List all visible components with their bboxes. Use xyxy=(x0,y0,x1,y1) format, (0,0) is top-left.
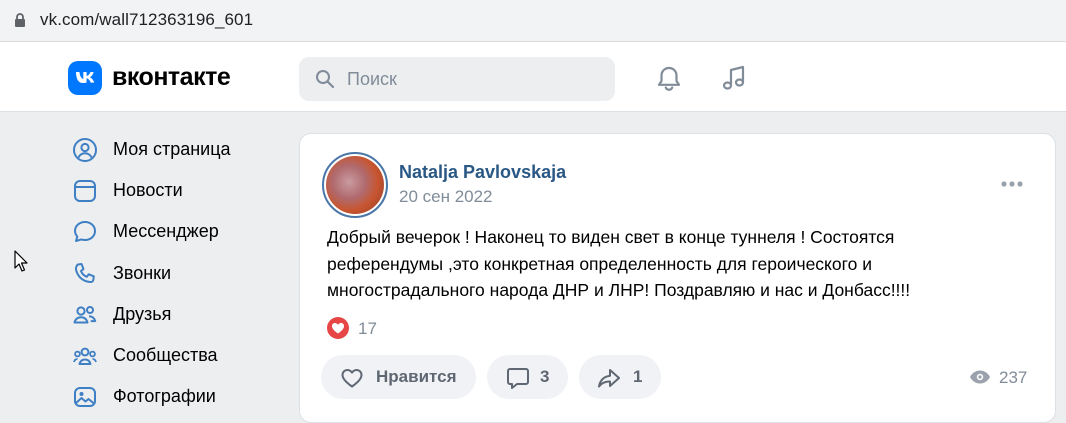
browser-address-bar: vk.com/wall712363196_601 xyxy=(0,0,1066,42)
mouse-cursor-icon xyxy=(14,250,28,272)
photos-icon xyxy=(74,387,96,407)
avatar[interactable] xyxy=(322,152,388,218)
post-text-line: референдумы ,это конкретная определеннос… xyxy=(327,253,873,274)
messenger-icon xyxy=(74,221,96,242)
sidebar-item-friends[interactable]: Друзья xyxy=(68,296,288,332)
vk-logo-icon[interactable] xyxy=(68,61,102,95)
likes-count: 17 xyxy=(358,319,377,338)
share-button[interactable]: 1 xyxy=(579,355,661,399)
avatar-image xyxy=(326,156,384,214)
search-icon xyxy=(316,70,335,89)
comment-icon xyxy=(507,368,529,389)
post-author[interactable]: Natalja Pavlovskaja xyxy=(399,162,566,183)
sidebar-item-messenger[interactable]: Мессенджер xyxy=(68,213,288,249)
post-text-line: многострадального народа ДНР и ЛНР! Позд… xyxy=(327,280,911,300)
post-text-line: Добрый вечерок ! Наконец то виден свет в… xyxy=(327,227,895,247)
heart-icon xyxy=(327,317,349,339)
profile-icon xyxy=(73,138,97,162)
news-icon xyxy=(74,180,96,202)
wall-post: Natalja Pavlovskaja 20 сен 2022 Добрый в… xyxy=(299,133,1056,423)
sidebar-item-news[interactable]: Новости xyxy=(68,172,288,208)
search-box[interactable] xyxy=(299,57,615,101)
more-options-icon[interactable] xyxy=(1000,179,1024,189)
views-count: 237 xyxy=(999,368,1028,387)
eye-icon xyxy=(970,370,990,384)
bell-icon[interactable] xyxy=(654,64,684,94)
sidebar-item-my-page[interactable]: Моя страница xyxy=(68,131,288,167)
like-button-label: Нравится xyxy=(376,367,457,386)
sidebar-item-photos[interactable]: Фотографии xyxy=(68,378,288,414)
search-input[interactable] xyxy=(347,57,597,101)
logo-wordmark[interactable]: вконтакте xyxy=(112,63,231,92)
share-icon xyxy=(598,369,620,388)
sidebar-item-communities[interactable]: Сообщества xyxy=(68,337,288,373)
sidebar-item-label: Звонки xyxy=(113,263,172,283)
comment-button[interactable]: 3 xyxy=(487,355,568,399)
like-button[interactable]: Нравится xyxy=(321,355,476,399)
phone-icon xyxy=(74,263,95,284)
shares-count: 1 xyxy=(633,367,643,386)
sidebar-item-label: Мессенджер xyxy=(113,221,219,241)
friends-icon xyxy=(73,306,97,324)
sidebar-item-label: Сообщества xyxy=(113,345,218,365)
top-header: вконтакте xyxy=(0,42,1066,112)
sidebar-item-label: Моя страница xyxy=(113,139,231,159)
lock-icon xyxy=(15,13,25,27)
sidebar-item-calls[interactable]: Звонки xyxy=(68,255,288,291)
post-date[interactable]: 20 сен 2022 xyxy=(399,187,493,207)
sidebar-item-label: Друзья xyxy=(113,304,172,324)
url-text[interactable]: vk.com/wall712363196_601 xyxy=(40,10,253,30)
sidebar-item-label: Новости xyxy=(113,180,183,200)
post-text: Добрый вечерок ! Наконец то виден свет в… xyxy=(327,224,1027,304)
views-counter: 237 xyxy=(969,366,1039,390)
heart-outline-icon xyxy=(341,369,363,388)
communities-icon xyxy=(73,347,97,365)
music-icon[interactable] xyxy=(719,63,749,93)
comments-count: 3 xyxy=(540,367,550,386)
